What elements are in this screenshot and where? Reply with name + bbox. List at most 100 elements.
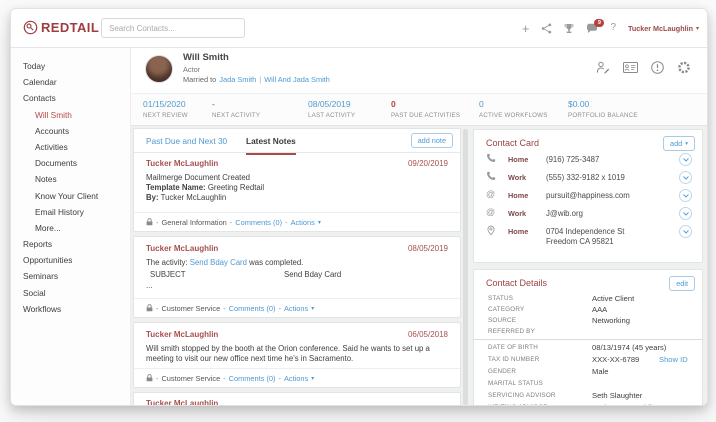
- notifications-icon[interactable]: 9: [586, 23, 598, 34]
- note-subject-value: Send Bday Card: [284, 270, 448, 280]
- share-icon[interactable]: [541, 23, 552, 34]
- note-category: Customer Service: [161, 304, 220, 313]
- note-body-line: Template Name: Greeting Redtail: [146, 183, 448, 193]
- sidebar-item-activities[interactable]: Activities: [11, 139, 130, 155]
- user-name: Tucker McLaughlin: [628, 24, 693, 33]
- add-note-button[interactable]: add note: [411, 133, 453, 148]
- email-link[interactable]: J@wib.org: [546, 209, 583, 218]
- phone-icon: [486, 171, 496, 181]
- stat-past-due-activities: 0 PAST DUE ACTIVITIES: [391, 99, 460, 119]
- stat-next-activity: - NEXT ACTIVITY: [212, 99, 260, 119]
- email-link[interactable]: pursuit@happiness.com: [546, 191, 630, 200]
- quick-add-icon[interactable]: +: [522, 22, 530, 35]
- detail-row: TAX ID NUMBER XXX-XX-6789 Show ID: [474, 356, 702, 368]
- caret-down-icon: ▾: [318, 219, 321, 226]
- contact-header-actions: [596, 61, 691, 74]
- note-item: Tucker McLaughlin 08/05/2019 The activit…: [133, 236, 461, 318]
- notes-scrollbar[interactable]: [463, 129, 468, 405]
- note-body-line: By: Tucker McLaughlin: [146, 193, 448, 203]
- sidebar-item-workflows[interactable]: Workflows: [11, 301, 130, 317]
- sidebar-item-documents[interactable]: Documents: [11, 155, 130, 171]
- alert-circle-icon[interactable]: [651, 61, 664, 74]
- contact-details-panel: Contact Details edit STATUS Active Clien…: [473, 269, 703, 406]
- note-comments-link[interactable]: Comments (0): [229, 304, 276, 313]
- sidebar-item-accounts[interactable]: Accounts: [11, 123, 130, 139]
- user-menu[interactable]: Tucker McLaughlin ▾: [628, 24, 699, 33]
- note-category: General Information: [161, 218, 226, 227]
- top-header: REDTAILCRM +: [11, 9, 707, 48]
- location-pin-icon: [486, 225, 496, 236]
- stat-next-review: 01/15/2020 NEXT REVIEW: [143, 99, 188, 119]
- stat-last-activity: 08/05/2019 LAST ACTIVITY: [308, 99, 355, 119]
- contact-card-row: Home 0704 Independence St Freedom CA 958…: [474, 224, 702, 252]
- tab-past-due-next-30[interactable]: Past Due and Next 30: [146, 136, 227, 146]
- sidebar-item-today[interactable]: Today: [11, 58, 130, 74]
- spouse-link[interactable]: Jada Smith: [219, 75, 256, 84]
- edit-contact-icon[interactable]: [596, 61, 610, 74]
- search-input[interactable]: [101, 18, 245, 38]
- note-date: 08/05/2019: [408, 244, 448, 253]
- note-comments-link[interactable]: Comments (0): [235, 218, 282, 227]
- help-icon[interactable]: ?: [610, 23, 616, 33]
- note-ellipsis: ...: [146, 281, 448, 291]
- expand-row-button[interactable]: [679, 207, 692, 220]
- note-footer: - General Information - Comments (0) - A…: [134, 212, 460, 231]
- contact-role: Actor: [183, 65, 200, 74]
- caret-down-icon: ▾: [311, 375, 314, 382]
- sidebar-item-notes[interactable]: Notes: [11, 171, 130, 187]
- redtail-logo-icon: [23, 20, 38, 35]
- notification-badge: 9: [594, 19, 604, 27]
- lock-icon: [146, 218, 153, 226]
- show-id-link[interactable]: Show ID: [659, 355, 688, 364]
- note-footer: - Customer Service - Comments (0) - Acti…: [134, 368, 460, 387]
- sidebar-nav: Today Calendar Contacts Will Smith Accou…: [11, 47, 131, 405]
- sidebar-item-email-history[interactable]: Email History: [11, 204, 130, 220]
- sidebar-item-calendar[interactable]: Calendar: [11, 74, 130, 90]
- sidebar-item-social[interactable]: Social: [11, 285, 130, 301]
- sidebar-item-opportunities[interactable]: Opportunities: [11, 252, 130, 268]
- contact-card-row: Home (916) 725-3487: [474, 152, 702, 170]
- note-actions-link[interactable]: Actions: [291, 218, 315, 227]
- activity-link[interactable]: Send Bday Card: [190, 258, 247, 267]
- expand-row-button[interactable]: [679, 153, 692, 166]
- note-body-line: Mailmerge Document Created: [146, 173, 448, 183]
- contact-details-edit-button[interactable]: edit: [669, 276, 695, 291]
- lock-icon: [146, 304, 153, 312]
- contact-card-row: @ Work J@wib.org: [474, 206, 702, 224]
- contact-card-panel: Contact Card add ▾ Home (916) 725-3487 W…: [473, 129, 703, 263]
- detail-row: GENDER Male: [474, 368, 702, 380]
- caret-down-icon: ▾: [685, 141, 688, 147]
- family-link[interactable]: Will And Jada Smith: [264, 75, 330, 84]
- contact-details-title: Contact Details: [486, 278, 547, 288]
- contact-card-title: Contact Card: [486, 138, 539, 148]
- contact-card-row: @ Home pursuit@happiness.com: [474, 188, 702, 206]
- trophy-icon[interactable]: [564, 23, 574, 34]
- sidebar-item-more[interactable]: More...: [11, 220, 130, 236]
- notes-panel: Past Due and Next 30 Latest Notes add no…: [133, 128, 461, 232]
- note-comments-link[interactable]: Comments (0): [229, 374, 276, 383]
- id-card-icon[interactable]: [623, 62, 638, 73]
- caret-down-icon: ▾: [311, 305, 314, 312]
- contact-relations: Married to Jada Smith | Will And Jada Sm…: [183, 75, 330, 84]
- note-date: 09/20/2019: [408, 159, 448, 168]
- notes-tabs: Past Due and Next 30 Latest Notes add no…: [134, 129, 460, 153]
- sidebar-item-seminars[interactable]: Seminars: [11, 268, 130, 284]
- wheel-icon[interactable]: [677, 61, 691, 74]
- note-actions-link[interactable]: Actions: [284, 304, 308, 313]
- note-actions-link[interactable]: Actions: [284, 374, 308, 383]
- tab-latest-notes[interactable]: Latest Notes: [246, 136, 296, 146]
- expand-row-button[interactable]: [679, 189, 692, 202]
- note-body-text: Will smith stopped by the booth at the O…: [146, 344, 448, 364]
- contact-card-add-button[interactable]: add ▾: [663, 136, 695, 151]
- sidebar-item-know-your-client[interactable]: Know Your Client: [11, 188, 130, 204]
- sidebar-item-contacts[interactable]: Contacts: [11, 90, 130, 106]
- note-author: Tucker McLaughlin: [146, 244, 218, 253]
- sidebar-item-will-smith[interactable]: Will Smith: [11, 107, 130, 123]
- sidebar-item-reports[interactable]: Reports: [11, 236, 130, 252]
- detail-row: MARITAL STATUS: [474, 380, 702, 392]
- lock-icon: [146, 374, 153, 382]
- note-item: Tucker McLaughlin 06/05/2018 Will smith …: [133, 322, 461, 388]
- expand-row-button[interactable]: [679, 225, 692, 238]
- contact-avatar[interactable]: [145, 55, 173, 83]
- expand-row-button[interactable]: [679, 171, 692, 184]
